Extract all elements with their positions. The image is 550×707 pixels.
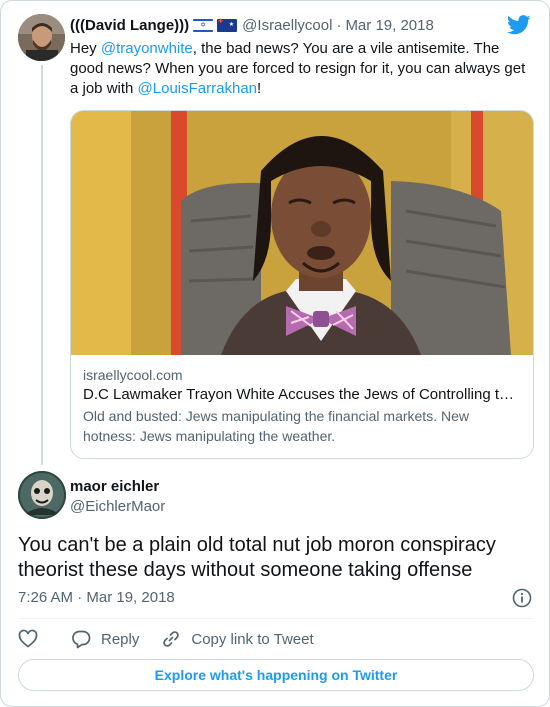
reply-bubble-icon (72, 630, 91, 649)
israel-flag-icon: ✡ (193, 19, 214, 32)
parent-handle[interactable]: @Israellycool (242, 17, 332, 34)
reply-label: Reply (101, 630, 140, 648)
tweet-actions: Reply Copy link to Tweet (18, 628, 314, 650)
link-domain: israellycool.com (83, 367, 183, 383)
parent-tweet-text: Hey @trayonwhite, the bad news? You are … (70, 39, 535, 99)
link-preview-card[interactable]: israellycool.com D.C Lawmaker Trayon Whi… (70, 110, 534, 459)
link-chain-icon (163, 631, 180, 647)
mention-trayonwhite[interactable]: @trayonwhite (101, 40, 193, 57)
like-button[interactable] (18, 629, 38, 649)
link-description: Old and busted: Jews manipulating the fi… (83, 408, 469, 444)
avatar-maor-eichler[interactable] (18, 471, 66, 519)
link-title: D.C Lawmaker Trayon White Accuses the Je… (83, 386, 515, 403)
twitter-bird-icon[interactable] (507, 15, 531, 35)
link-preview-meta: israellycool.com D.C Lawmaker Trayon Whi… (83, 366, 523, 446)
copy-link-label: Copy link to Tweet (191, 630, 314, 648)
australia-flag-icon: ✚ ★ (217, 19, 238, 32)
main-display-name[interactable]: maor eichler (70, 478, 159, 495)
main-tweet-timestamp[interactable]: 7:26 AM · Mar 19, 2018 (18, 589, 175, 606)
mention-louisfarrakhan[interactable]: @LouisFarrakhan (138, 80, 257, 97)
embedded-tweet-card: (((David Lange))) ✡ ✚ ★ @Israellycool · M… (0, 0, 550, 707)
parent-display-name[interactable]: (((David Lange))) (70, 17, 189, 34)
tweet-text-part: Hey (70, 40, 101, 57)
link-preview-image (71, 111, 533, 355)
heart-icon (18, 629, 38, 648)
reply-button[interactable]: Reply (71, 629, 139, 649)
actions-divider (18, 618, 534, 619)
main-tweet-text: You can't be a plain old total nut job m… (18, 534, 496, 581)
thread-connector-line (41, 65, 43, 465)
parent-tweet-header: (((David Lange))) ✡ ✚ ★ @Israellycool · M… (70, 17, 434, 34)
info-icon[interactable] (512, 588, 532, 608)
avatar-david-lange[interactable] (18, 14, 65, 61)
parent-date[interactable]: Mar 19, 2018 (345, 17, 433, 34)
copy-link-button[interactable]: Copy link to Tweet (161, 629, 314, 649)
explore-twitter-button[interactable]: Explore what's happening on Twitter (18, 659, 534, 691)
separator-dot: · (336, 17, 342, 34)
main-handle[interactable]: @EichlerMaor (70, 498, 165, 515)
tweet-text-part: ! (257, 80, 262, 97)
